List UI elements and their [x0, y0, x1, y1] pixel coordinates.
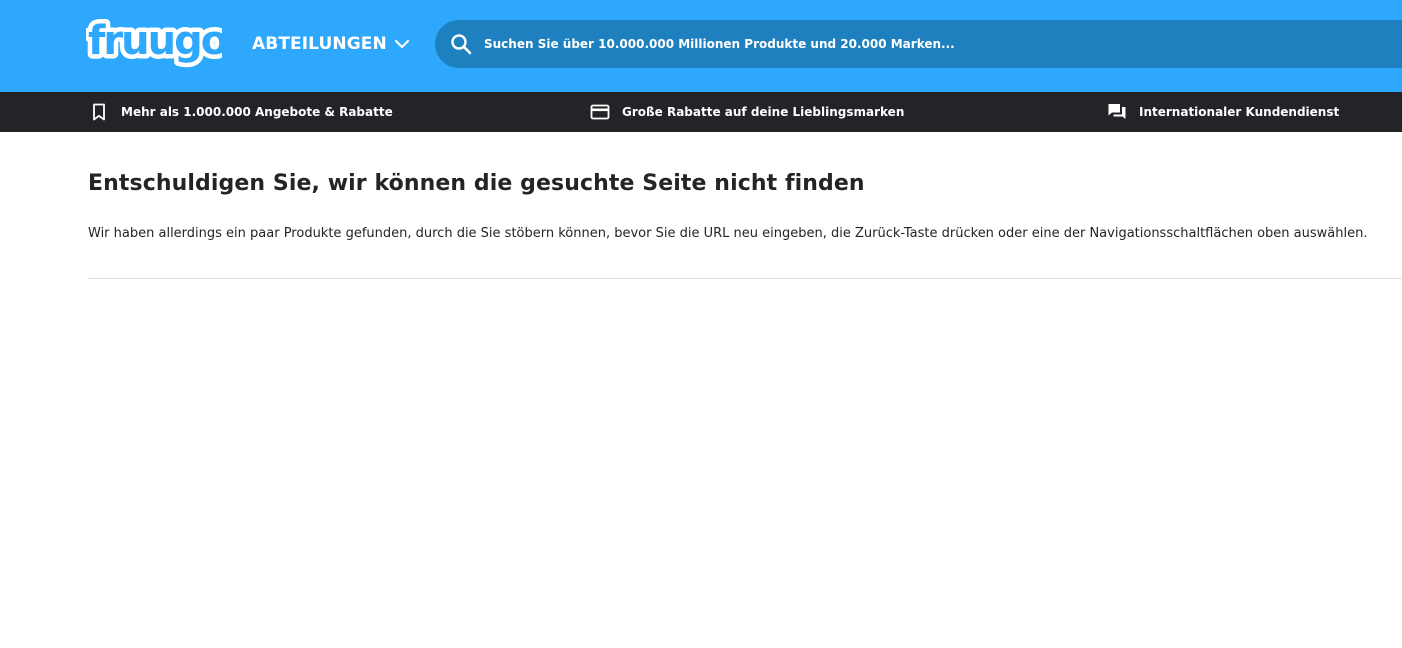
promo-brand-discounts[interactable]: Große Rabatte auf deine Lieblingsmarken: [590, 92, 904, 132]
main-content: Entschuldigen Sie, wir können die gesuch…: [0, 132, 1402, 648]
promo-customer-service[interactable]: Internationaler Kundendienst: [1107, 92, 1339, 132]
chat-bubbles-icon: [1108, 104, 1126, 119]
promo-customer-service-label: Internationaler Kundendienst: [1139, 105, 1340, 119]
promo-offers-label: Mehr als 1.000.000 Angebote & Rabatte: [121, 105, 393, 119]
fruugo-logo-wordmark: fruugo: [86, 14, 222, 69]
chevron-down-icon: [394, 39, 409, 49]
search-icon[interactable]: [449, 32, 473, 56]
departments-label: ABTEILUNGEN: [252, 34, 387, 54]
promo-offers[interactable]: Mehr als 1.000.000 Angebote & Rabatte: [89, 92, 393, 132]
promo-bar: Mehr als 1.000.000 Angebote & Rabatte Gr…: [0, 92, 1402, 132]
departments-menu-button[interactable]: ABTEILUNGEN: [252, 31, 410, 57]
fruugo-logo[interactable]: fruugo: [86, 8, 222, 78]
search-bar[interactable]: [435, 20, 1402, 68]
not-found-message: Wir haben allerdings ein paar Produkte g…: [88, 226, 1368, 241]
promo-brand-discounts-label: Große Rabatte auf deine Lieblingsmarken: [622, 105, 905, 119]
credit-card-icon: [590, 104, 610, 120]
top-header: fruugo ABTEILUNGEN: [0, 0, 1402, 92]
search-input[interactable]: [484, 29, 1284, 59]
content-divider: [88, 278, 1402, 279]
page-title: Entschuldigen Sie, wir können die gesuch…: [88, 171, 865, 196]
svg-text:fruugo: fruugo: [88, 18, 222, 64]
bookmark-icon: [93, 103, 105, 121]
